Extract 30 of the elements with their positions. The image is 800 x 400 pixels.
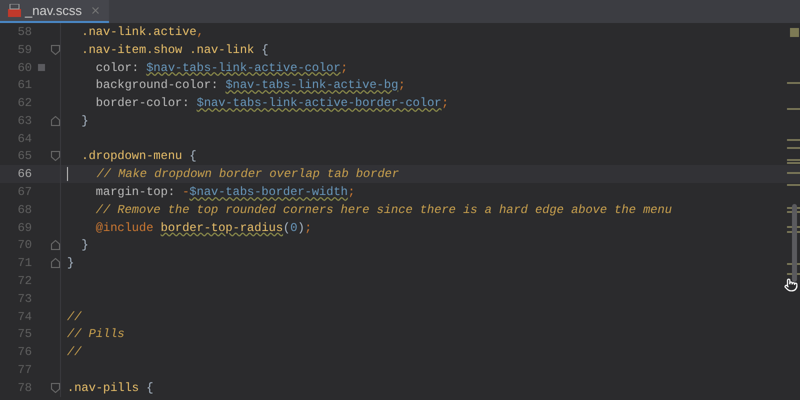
bookmark-icon[interactable] — [38, 64, 44, 71]
fold-icon[interactable] — [50, 116, 60, 126]
code-line: // — [67, 344, 82, 362]
code-line: .nav-item.show .nav-link { — [80, 42, 269, 59]
code-line: // Pills — [67, 326, 125, 344]
code-line: // — [67, 308, 82, 326]
fold-icon[interactable] — [50, 240, 60, 250]
code-line: } — [67, 255, 74, 272]
fold-icon[interactable] — [50, 382, 60, 393]
code-line: .nav-pills { — [67, 380, 154, 397]
code-line: .dropdown-menu { — [80, 148, 197, 166]
fold-icon[interactable] — [50, 44, 60, 55]
fold-icon[interactable] — [50, 151, 60, 162]
hand-cursor-icon — [784, 278, 798, 292]
text-caret — [67, 167, 68, 182]
code-line: // Remove the top rounded corners here since there is a hard edge above the menu — [94, 202, 672, 219]
file-icon — [8, 4, 21, 17]
code-line: } — [80, 237, 89, 254]
code-line: // Make dropdown border overlap tab border — [96, 166, 400, 184]
file-tab[interactable]: _nav.scss — [0, 0, 109, 23]
fold-icon[interactable] — [50, 258, 60, 268]
close-icon[interactable] — [90, 5, 101, 16]
line-number: 66 — [18, 166, 32, 184]
code-line: } — [80, 112, 89, 130]
code-line: color: $nav-tabs-link-active-color; — [94, 60, 348, 76]
code-line: background-color: $nav-tabs-link-active-bg; — [94, 77, 406, 94]
code-line: .nav-link.active, — [80, 24, 204, 41]
code-line: margin-top: -$nav-tabs-border-width; — [94, 184, 356, 202]
code-line: @include border-top-radius(0); — [94, 220, 312, 237]
code-line: border-color: $nav-tabs-link-active-border-color; — [94, 95, 449, 112]
